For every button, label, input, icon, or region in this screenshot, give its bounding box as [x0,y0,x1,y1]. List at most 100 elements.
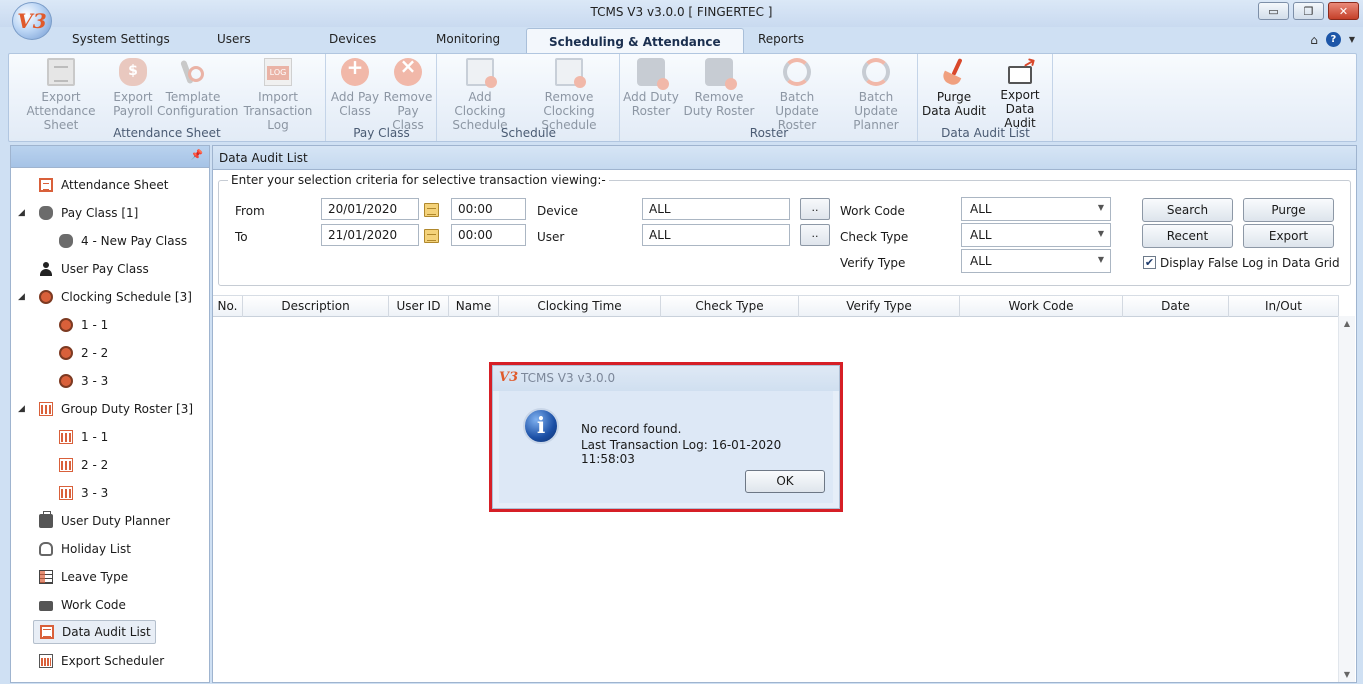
from-date-input[interactable]: 20/01/2020 [321,198,419,220]
column-in-out[interactable]: In/Out [1229,296,1339,317]
calendar-icon[interactable] [424,229,439,243]
scroll-up-icon[interactable]: ▲ [1339,319,1355,328]
from-time-input[interactable]: 00:00 [451,198,526,220]
template-configuration-button[interactable]: Template Configuration [157,58,238,118]
export-data-audit-button[interactable]: Export Data Audit [989,58,1051,130]
column-verify-type[interactable]: Verify Type [799,296,960,317]
export-attendance-sheet-button[interactable]: Export Attendance Sheet [12,58,110,132]
remove-duty-roster-button[interactable]: Remove Duty Roster [681,58,757,118]
ribbon-group-data-audit-list: Purge Data Audit Export Data Audit Data … [919,54,1053,141]
work-code-select[interactable]: ALL ▼ [961,197,1111,221]
column-date[interactable]: Date [1123,296,1229,317]
tree-item-holiday-list[interactable]: Holiday List [39,537,131,561]
tab-users[interactable]: Users [217,32,251,46]
title-bar: TCMS V3 v3.0.0 [ FINGERTEC ] ▭ ❐ ✕ [0,0,1363,27]
tab-reports[interactable]: Reports [758,32,804,46]
tree-item-schedule-3[interactable]: 3 - 3 [59,369,108,393]
remove-pay-class-button[interactable]: Remove Pay Class [382,58,434,132]
collapse-arrow-icon[interactable]: ◢ [18,208,25,218]
display-false-log-checkbox[interactable]: ✔ [1143,256,1156,269]
tree-item-work-code[interactable]: Work Code [39,593,126,617]
slippers-icon [39,542,53,556]
vertical-scrollbar[interactable]: ▲ ▼ [1338,316,1355,682]
work-code-value: ALL [970,202,992,216]
tree-item-user-duty-planner[interactable]: User Duty Planner [39,509,170,533]
search-button[interactable]: Search [1142,198,1233,222]
tree-item-leave-type[interactable]: Leave Type [39,565,128,589]
user-browse-button[interactable]: .. [800,224,830,246]
grid-header: No. Description User ID Name Clocking Ti… [213,295,1339,317]
add-pay-class-button[interactable]: Add Pay Class [330,58,380,118]
tab-monitoring[interactable]: Monitoring [436,32,500,46]
collapse-arrow-icon[interactable]: ◢ [18,404,25,414]
column-check-type[interactable]: Check Type [661,296,799,317]
app-logo[interactable]: V3 [12,2,52,40]
tree-item-schedule-1[interactable]: 1 - 1 [59,313,108,337]
check-type-select[interactable]: ALL ▼ [961,223,1111,247]
help-icon[interactable]: ? [1325,32,1341,47]
remove-clocking-schedule-button[interactable]: Remove Clocking Schedule [521,58,617,132]
calendar-icon[interactable] [424,203,439,217]
scroll-down-icon[interactable]: ▼ [1339,670,1355,679]
column-description[interactable]: Description [243,296,389,317]
comment-icon [39,601,53,611]
purge-data-audit-button[interactable]: Purge Data Audit [921,58,987,118]
tab-scheduling-attendance[interactable]: Scheduling & Attendance [526,28,744,54]
export-button[interactable]: Export [1243,224,1334,248]
batch-update-roster-button[interactable]: Batch Update Roster [759,58,835,132]
tree-item-data-audit-list[interactable]: Data Audit List [33,620,156,644]
verify-type-select[interactable]: ALL ▼ [961,249,1111,273]
pin-icon[interactable]: 📌 [191,150,203,161]
restore-icon[interactable]: ❐ [1293,2,1324,20]
import-transaction-log-button[interactable]: Import Transaction Log [235,58,321,132]
tree-item-roster-1[interactable]: 1 - 1 [59,425,108,449]
tree-item-pay-class[interactable]: Pay Class [1] [39,201,138,225]
tree-item-clocking-schedule[interactable]: Clocking Schedule [3] [39,285,192,309]
column-clocking-time[interactable]: Clocking Time [499,296,661,317]
device-browse-button[interactable]: .. [800,198,830,220]
recent-button[interactable]: Recent [1142,224,1233,248]
ribbon-group-roster: Add Duty Roster Remove Duty Roster Batch… [621,54,918,141]
column-work-code[interactable]: Work Code [960,296,1123,317]
column-no[interactable]: No. [213,296,243,317]
tree-item-export-scheduler[interactable]: Export Scheduler [39,649,164,673]
batch-update-planner-button[interactable]: Batch Update Planner [837,58,915,132]
purge-button[interactable]: Purge [1243,198,1334,222]
user-input[interactable]: ALL [642,224,790,246]
tab-devices[interactable]: Devices [329,32,376,46]
tree-item-label: Data Audit List [62,625,151,639]
minimize-icon[interactable]: ▭ [1258,2,1289,20]
broom-icon [940,58,968,86]
sheet-icon [47,58,75,86]
add-duty-roster-label: Add Duty Roster [623,90,679,118]
device-input[interactable]: ALL [642,198,790,220]
dropdown-arrow-icon[interactable]: ▼ [1349,35,1355,44]
tree-item-schedule-2[interactable]: 2 - 2 [59,341,108,365]
tab-system-settings[interactable]: System Settings [72,32,170,46]
tree-item-label: 1 - 1 [81,318,109,332]
column-user-id[interactable]: User ID [389,296,449,317]
ribbon-group-label: Data Audit List [941,126,1030,140]
tree-item-attendance-sheet[interactable]: Attendance Sheet [39,173,168,197]
tree-item-roster-3[interactable]: 3 - 3 [59,481,108,505]
collapse-ribbon-icon[interactable]: ⌂ [1310,33,1318,47]
export-payroll-button[interactable]: Export Payroll [112,58,154,118]
column-name[interactable]: Name [449,296,499,317]
export-payroll-label: Export Payroll [113,90,153,118]
roster-icon [59,458,73,472]
briefcase-icon [39,511,53,528]
add-clocking-schedule-button[interactable]: Add Clocking Schedule [441,58,519,132]
tree-panel-header: 📌 [11,146,209,168]
close-icon[interactable]: ✕ [1328,2,1359,20]
tree-item-user-pay-class[interactable]: User Pay Class [39,257,149,281]
tree-item-new-pay-class[interactable]: 4 - New Pay Class [59,229,187,253]
add-schedule-icon [466,58,497,88]
tree-item-roster-2[interactable]: 2 - 2 [59,453,108,477]
tree-item-group-duty-roster[interactable]: Group Duty Roster [3] [39,397,193,421]
collapse-arrow-icon[interactable]: ◢ [18,292,25,302]
to-time-input[interactable]: 00:00 [451,224,526,246]
to-date-input[interactable]: 21/01/2020 [321,224,419,246]
window-controls: ▭ ❐ ✕ [1258,2,1359,20]
add-duty-roster-button[interactable]: Add Duty Roster [623,58,679,118]
tree-item-label: 3 - 3 [81,374,109,388]
